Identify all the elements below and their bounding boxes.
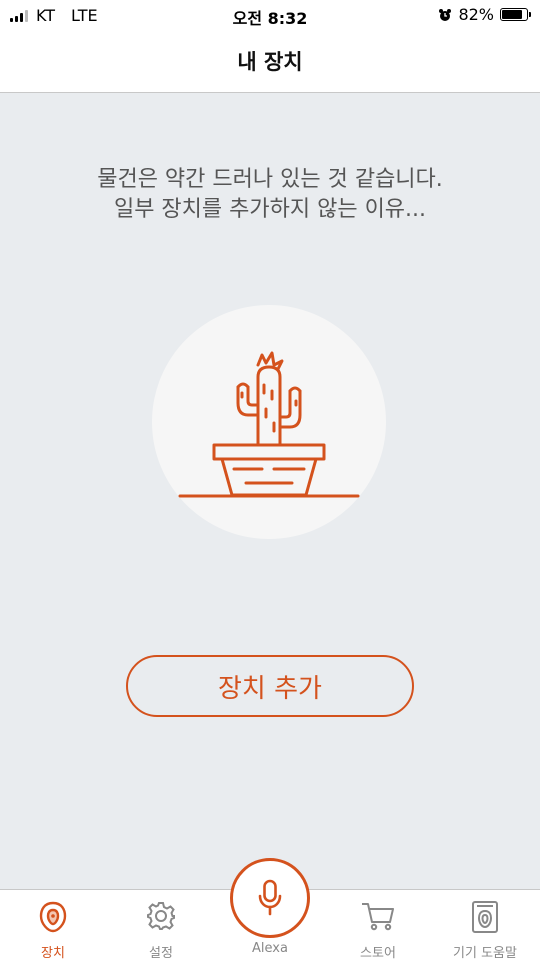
battery-percent: 82%: [458, 5, 494, 24]
tab-device-help[interactable]: 기기 도움말: [435, 890, 535, 962]
empty-state-line-1: 물건은 약간 드러나 있는 것 같습니다.: [97, 167, 443, 192]
empty-state-line-2: 일부 장치를 추가하지 않는 이유...: [113, 197, 427, 222]
microphone-icon: [258, 879, 282, 916]
cactus-illustration: [152, 305, 386, 539]
gear-icon: [147, 902, 175, 930]
cactus-icon: [178, 351, 360, 498]
tab-label-settings: 설정: [149, 946, 173, 961]
devices-icon: [39, 901, 67, 933]
alexa-button[interactable]: [230, 858, 310, 938]
tab-label-devices: 장치: [41, 946, 65, 961]
tab-label-alexa: Alexa: [252, 941, 288, 956]
tab-label-device-help: 기기 도움말: [453, 946, 517, 961]
tab-devices[interactable]: 장치: [3, 890, 103, 962]
alarm-clock-icon: [439, 8, 452, 21]
tab-settings[interactable]: 설정: [111, 890, 211, 962]
help-device-icon: [472, 901, 498, 933]
cart-icon: [362, 903, 394, 931]
battery-icon: [500, 8, 531, 21]
add-device-button[interactable]: 장치 추가: [126, 655, 414, 717]
empty-state-message: 물건은 약간 드러나 있는 것 같습니다. 일부 장치를 추가하지 않는 이유.…: [0, 165, 540, 225]
tab-label-store: 스토어: [360, 946, 396, 961]
page-title: 내 장치: [0, 30, 540, 93]
status-bar: KT LTE 오전 8:32 82%: [0, 0, 540, 30]
tab-store[interactable]: 스토어: [328, 890, 428, 962]
